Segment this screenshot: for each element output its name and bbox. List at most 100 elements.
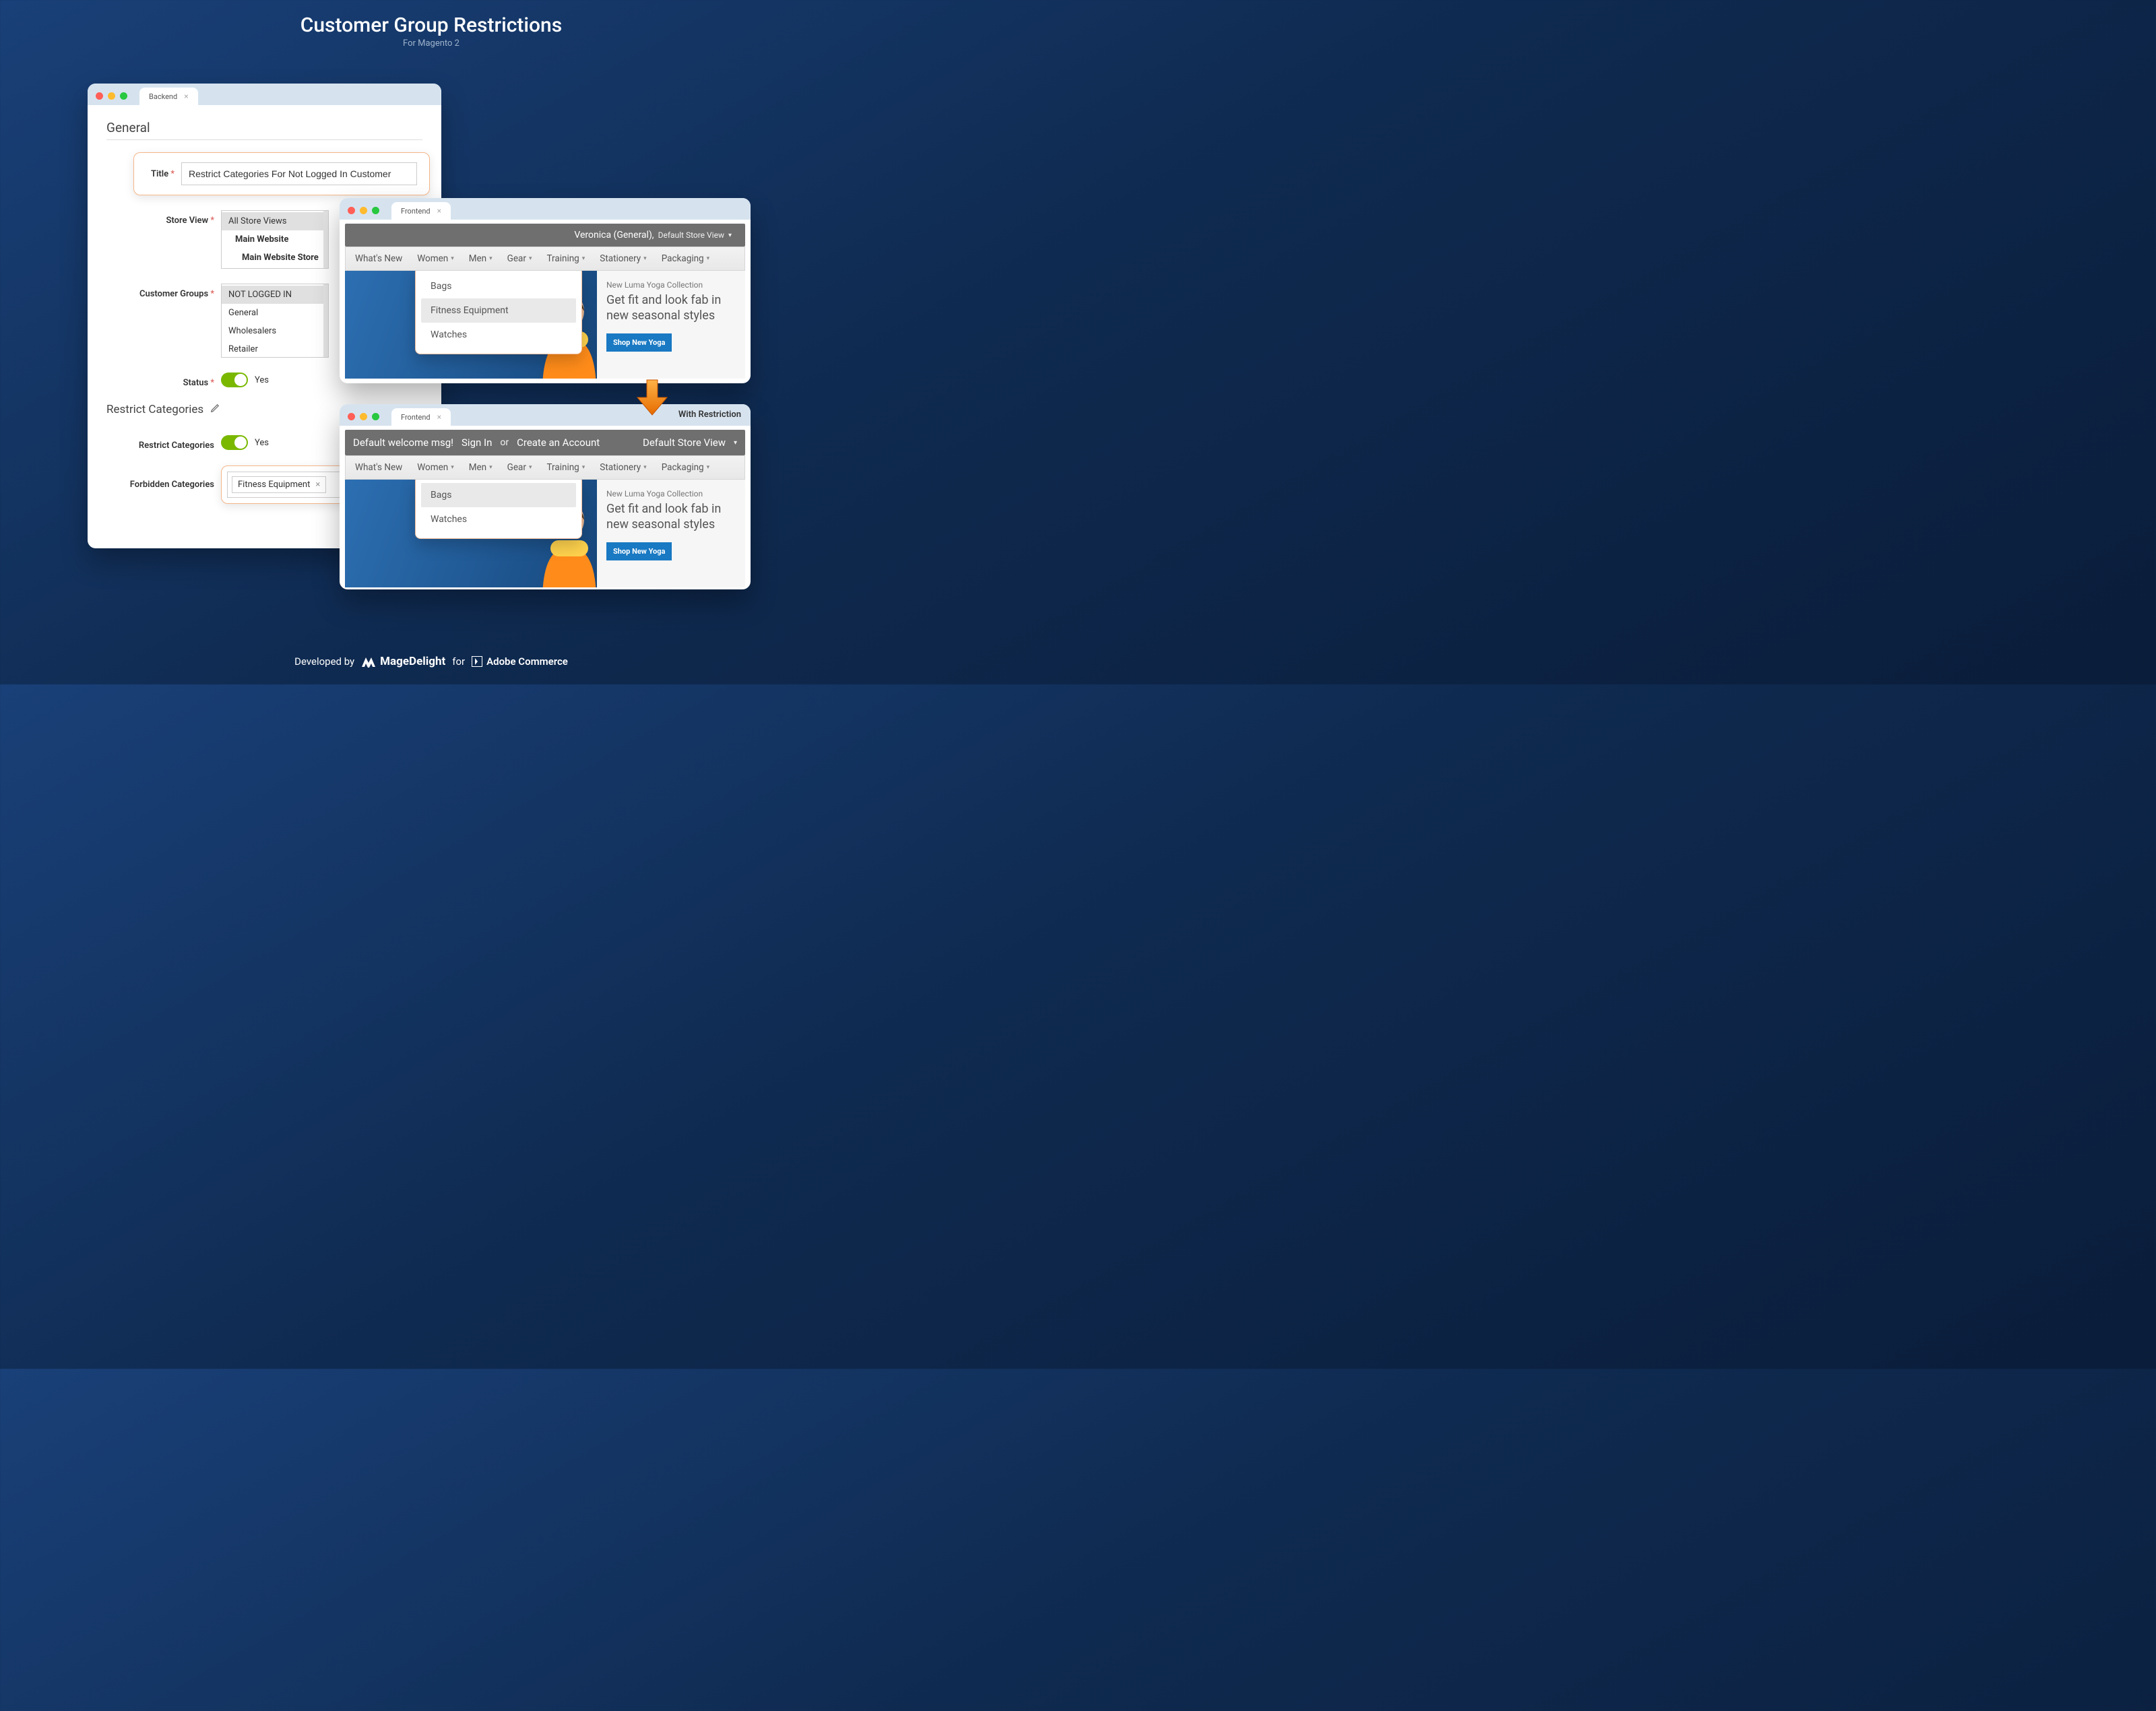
- remove-chip-icon[interactable]: ×: [315, 480, 320, 490]
- promo-panel: New Luma Yoga Collection Get fit and loo…: [597, 480, 745, 587]
- chevron-down-icon: ▾: [728, 232, 732, 239]
- chevron-down-icon: ▾: [529, 464, 532, 471]
- header-bar: Veronica (General), Default Store View ▾: [345, 224, 745, 247]
- tab-label: Frontend: [401, 207, 431, 216]
- or-text: or: [500, 437, 509, 448]
- maximize-icon[interactable]: [372, 413, 379, 420]
- tab-label: Frontend: [401, 413, 431, 422]
- close-icon[interactable]: [96, 92, 103, 100]
- title-input[interactable]: [181, 162, 417, 185]
- close-icon[interactable]: [348, 413, 355, 420]
- browser-tab-frontend[interactable]: Frontend ×: [391, 408, 451, 426]
- label-title: Title *: [145, 169, 181, 179]
- gear-dropdown[interactable]: Bags Fitness Equipment Watches: [415, 271, 582, 354]
- nav-item[interactable]: What's New: [350, 253, 408, 264]
- maximize-icon[interactable]: [120, 92, 127, 100]
- customer-group-select[interactable]: NOT LOGGED IN General Wholesalers Retail…: [221, 284, 329, 358]
- hero-title: Customer Group Restrictions: [0, 13, 862, 37]
- nav-item[interactable]: Stationery▾: [594, 253, 652, 264]
- nav-item[interactable]: Gear▾: [502, 462, 538, 473]
- close-tab-icon[interactable]: ×: [437, 206, 441, 216]
- nav-item[interactable]: Gear▾: [502, 253, 538, 264]
- dropdown-item[interactable]: Bags: [421, 274, 576, 298]
- hero-subtitle: For Magento 2: [0, 38, 862, 49]
- signin-link[interactable]: Sign In: [462, 437, 492, 449]
- status-value: Yes: [255, 375, 269, 385]
- header-bar: Default welcome msg! Sign In or Create a…: [345, 430, 745, 455]
- hero-banner: New Luma Yoga Collection Get fit and loo…: [345, 480, 745, 587]
- arrow-icon: [633, 379, 671, 416]
- chevron-down-icon: ▾: [707, 255, 710, 262]
- forbidden-category-chip[interactable]: Fitness Equipment ×: [232, 476, 326, 493]
- maximize-icon[interactable]: [372, 207, 379, 214]
- close-tab-icon[interactable]: ×: [184, 92, 188, 101]
- promo-cta-button[interactable]: Shop New Yoga: [606, 542, 672, 560]
- user-name: Veronica (General),: [574, 230, 654, 240]
- section-general: General: [106, 120, 422, 135]
- welcome-msg: Default welcome msg!: [353, 437, 453, 449]
- label-forbidden-categories: Forbidden Categories: [106, 480, 221, 490]
- magedelight-logo: MageDelight: [361, 655, 445, 668]
- dropdown-item[interactable]: Fitness Equipment: [421, 298, 576, 323]
- promo-cta-button[interactable]: Shop New Yoga: [606, 333, 672, 352]
- group-option[interactable]: NOT LOGGED IN: [222, 286, 328, 304]
- chevron-down-icon: ▾: [489, 255, 493, 262]
- group-option[interactable]: General: [222, 304, 328, 322]
- create-account-link[interactable]: Create an Account: [517, 437, 600, 449]
- minimize-icon[interactable]: [360, 413, 367, 420]
- window-tab-bar: Backend ×: [88, 84, 441, 105]
- chevron-down-icon: ▾: [643, 255, 647, 262]
- nav-item[interactable]: Packaging▾: [656, 462, 715, 473]
- browser-tab-backend[interactable]: Backend ×: [139, 88, 198, 105]
- status-toggle[interactable]: [221, 373, 248, 387]
- store-switcher[interactable]: Veronica (General), Default Store View ▾: [567, 226, 738, 244]
- chevron-down-icon: ▾: [643, 464, 647, 471]
- nav-item[interactable]: Men▾: [464, 253, 498, 264]
- group-option[interactable]: Wholesalers: [222, 322, 328, 340]
- gear-dropdown[interactable]: Bags Watches: [415, 480, 582, 539]
- browser-tab-frontend[interactable]: Frontend ×: [391, 202, 451, 220]
- frontend-window-before: Frontend × Veronica (General), Default S…: [340, 198, 751, 383]
- nav-item[interactable]: Men▾: [464, 462, 498, 473]
- store-option[interactable]: All Store Views: [222, 212, 328, 230]
- label-restrict-categories: Restrict Categories: [106, 435, 221, 451]
- chevron-down-icon: ▾: [451, 464, 454, 471]
- chevron-down-icon: ▾: [582, 255, 585, 262]
- traffic-lights[interactable]: [348, 413, 379, 420]
- store-option[interactable]: Main Website Store: [222, 249, 328, 267]
- dropdown-item[interactable]: Watches: [421, 323, 576, 347]
- label-status: Status *: [106, 373, 221, 388]
- dropdown-item[interactable]: Watches: [421, 507, 576, 531]
- nav-item[interactable]: What's New: [350, 462, 408, 473]
- edit-icon[interactable]: [210, 403, 220, 416]
- nav-item[interactable]: Training▾: [541, 253, 590, 264]
- minimize-icon[interactable]: [108, 92, 115, 100]
- main-nav: What's New Women▾ Men▾ Gear▾ Training▾ S…: [345, 455, 745, 480]
- restrict-value: Yes: [255, 438, 269, 448]
- traffic-lights[interactable]: [96, 92, 127, 100]
- group-option[interactable]: Retailer: [222, 340, 328, 358]
- nav-item[interactable]: Packaging▾: [656, 253, 715, 264]
- traffic-lights[interactable]: [348, 207, 379, 214]
- restrict-toggle[interactable]: [221, 435, 248, 450]
- store-option[interactable]: Main Website: [222, 230, 328, 249]
- chevron-down-icon: ▾: [529, 255, 532, 262]
- nav-item[interactable]: Women▾: [412, 253, 459, 264]
- nav-item[interactable]: Stationery▾: [594, 462, 652, 473]
- chevron-down-icon: ▾: [707, 464, 710, 471]
- hero-banner: New Luma Yoga Collection Get fit and loo…: [345, 271, 745, 379]
- minimize-icon[interactable]: [360, 207, 367, 214]
- chevron-down-icon: ▾: [582, 464, 585, 471]
- store-switcher[interactable]: Default Store View ▾: [643, 437, 737, 449]
- promo-eyebrow: New Luma Yoga Collection: [606, 280, 736, 290]
- close-tab-icon[interactable]: ×: [437, 412, 441, 422]
- dropdown-item[interactable]: Bags: [421, 483, 576, 507]
- nav-item[interactable]: Women▾: [412, 462, 459, 473]
- footer: Developed by MageDelight for Adobe Comme…: [0, 655, 862, 668]
- store-view-select[interactable]: All Store Views Main Website Main Websit…: [221, 210, 329, 269]
- forbidden-chipbox[interactable]: Fitness Equipment ×: [227, 472, 345, 498]
- close-icon[interactable]: [348, 207, 355, 214]
- chip-label: Fitness Equipment: [238, 480, 310, 490]
- nav-item[interactable]: Training▾: [541, 462, 590, 473]
- window-tab-bar: Frontend × With Restriction: [340, 404, 751, 426]
